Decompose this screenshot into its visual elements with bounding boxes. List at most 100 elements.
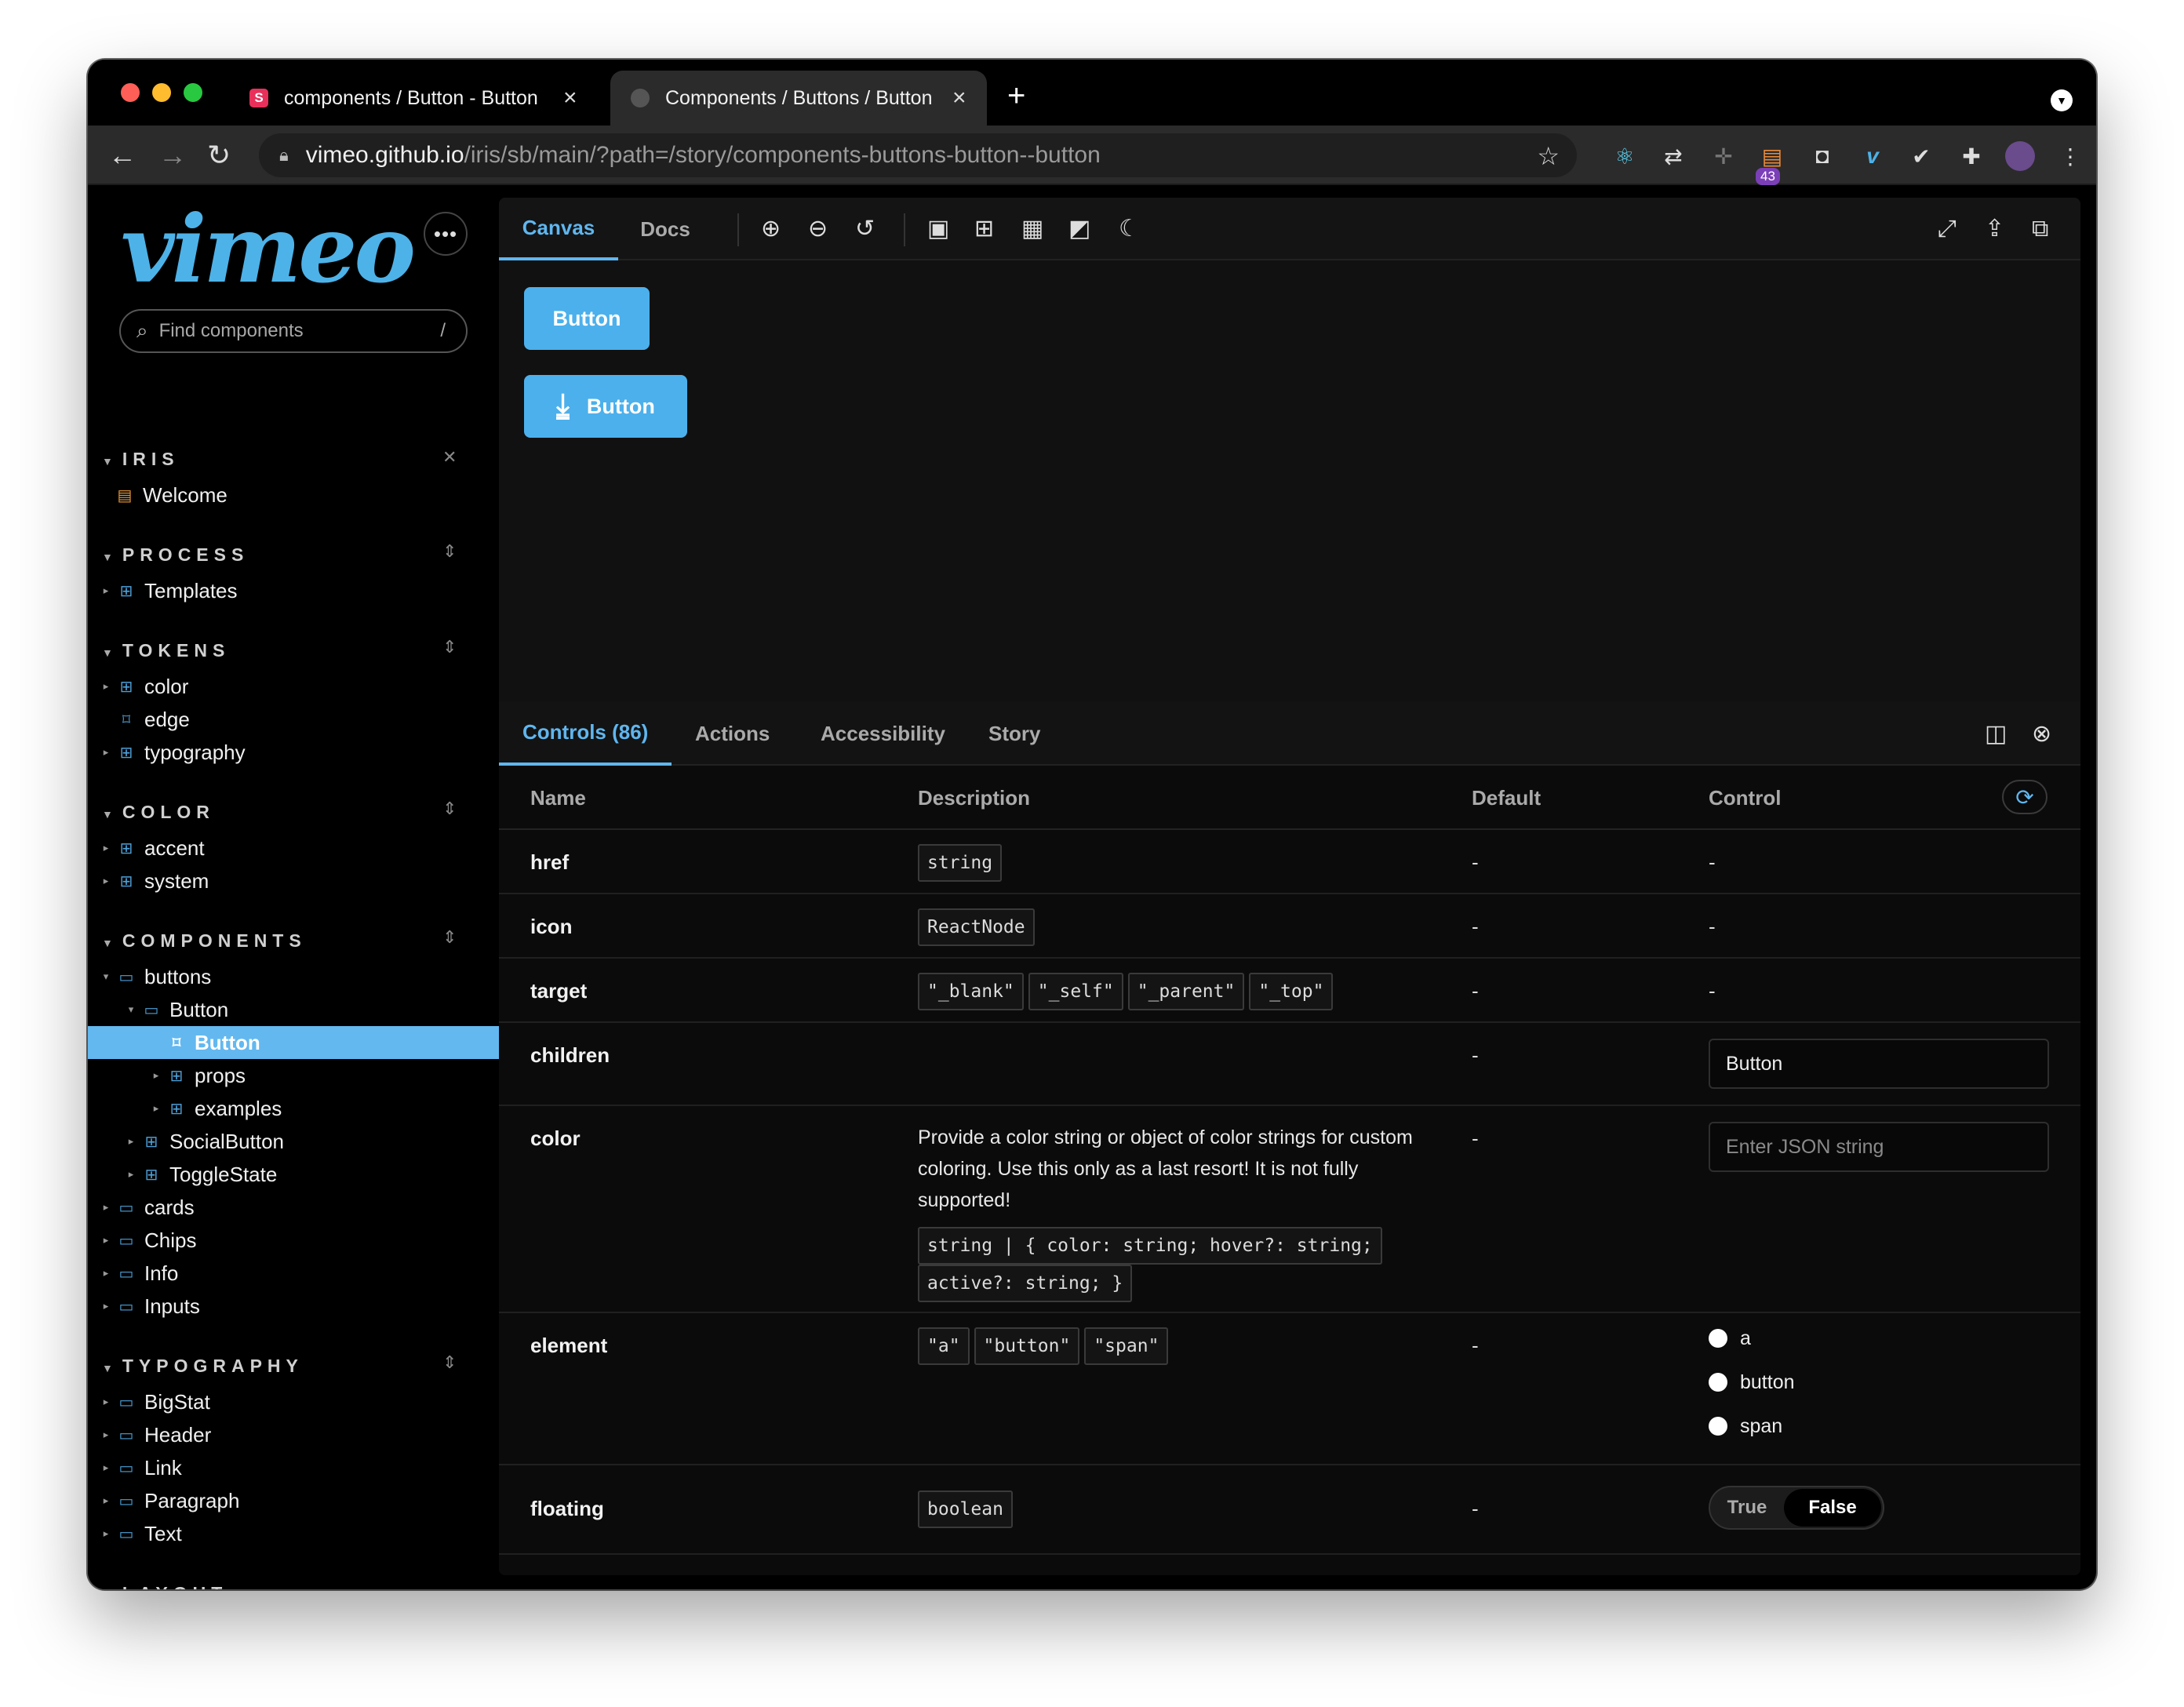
- pocket-icon[interactable]: ◘: [1807, 141, 1837, 171]
- new-tab-button[interactable]: +: [1007, 80, 1025, 111]
- tab-story[interactable]: Story: [965, 701, 1064, 766]
- section-iris[interactable]: ▼ IRIS: [102, 449, 180, 470]
- section-layout[interactable]: ▼LAYOUT: [102, 1583, 228, 1589]
- sidebar-item-info[interactable]: ▸ ▭ Info: [88, 1257, 499, 1290]
- expand-collapse-icon[interactable]: ⇕: [442, 541, 457, 562]
- sidebar-item-togglestate[interactable]: ▸ ⊞ ToggleState: [88, 1158, 499, 1191]
- zoom-reset-icon[interactable]: ↺: [855, 217, 875, 242]
- radio-option-button[interactable]: button: [1709, 1360, 1795, 1404]
- grid-icon[interactable]: ⊞: [974, 217, 994, 242]
- demo-icon-button[interactable]: ⤓ Button: [524, 375, 687, 438]
- section-tokens[interactable]: ▼ TOKENS: [102, 640, 230, 661]
- sidebar-item-examples[interactable]: ▸ ⊞ examples: [88, 1092, 499, 1125]
- sidebar-item-inputs[interactable]: ▸ ▭ Inputs: [88, 1290, 499, 1323]
- sidebar-item-buttons[interactable]: ▾ ▭ buttons: [88, 960, 499, 993]
- copy-link-icon[interactable]: ⧉: [2032, 217, 2048, 242]
- browser-tab-1[interactable]: S components / Button - Button ×: [229, 71, 601, 126]
- folder-icon: ▭: [144, 1001, 159, 1019]
- zoom-window-button[interactable]: [184, 83, 202, 102]
- puzzle-extensions-icon[interactable]: ✚: [1956, 141, 1986, 171]
- toggle-true[interactable]: True: [1710, 1497, 1784, 1519]
- sidebar-item-color[interactable]: ▸ ⊞ color: [88, 670, 499, 703]
- sidebar-item-header[interactable]: ▸ ▭ Header: [88, 1418, 499, 1451]
- sidebar-item-button-story[interactable]: ⌑ Button: [88, 1026, 499, 1059]
- expand-collapse-icon[interactable]: ⇕: [442, 637, 457, 657]
- sidebar-item-bigstat[interactable]: ▸ ▭ BigStat: [88, 1385, 499, 1418]
- section-typography[interactable]: ▼ TYPOGRAPHY: [102, 1356, 304, 1377]
- sidebar-item-cards[interactable]: ▸ ▭ cards: [88, 1191, 499, 1224]
- tab-controls[interactable]: Controls (86): [499, 701, 672, 766]
- collapse-icon[interactable]: ✕: [442, 447, 457, 468]
- sidebar-item-props[interactable]: ▸ ⊞ props: [88, 1059, 499, 1092]
- tab-accessibility[interactable]: Accessibility: [797, 701, 969, 766]
- more-options-button[interactable]: •••: [424, 212, 468, 256]
- section-components[interactable]: ▼ COMPONENTS: [102, 930, 307, 952]
- share-icon[interactable]: ⇪: [1985, 217, 2004, 242]
- sidebar-item-edge[interactable]: ⌑ edge: [88, 703, 499, 736]
- radio-option-a[interactable]: a: [1709, 1316, 1795, 1360]
- tab-docs[interactable]: Docs: [618, 198, 712, 260]
- table-row: floating boolean - True False: [499, 1465, 2080, 1555]
- radio-circle: [1709, 1373, 1727, 1392]
- back-arrow-icon[interactable]: ←: [108, 140, 136, 171]
- section-color[interactable]: ▼ COLOR: [102, 802, 215, 823]
- panel-orientation-icon[interactable]: ◫: [1985, 722, 2007, 747]
- demo-button[interactable]: Button: [524, 287, 650, 350]
- sidebar-item-accent[interactable]: ▸ ⊞ accent: [88, 832, 499, 864]
- zoom-in-icon[interactable]: ⊕: [761, 217, 781, 242]
- viewport-icon[interactable]: ▦: [1021, 217, 1043, 242]
- profile-avatar[interactable]: [2005, 141, 2035, 171]
- stack-extension-icon[interactable]: ▤: [1757, 141, 1787, 171]
- reload-icon[interactable]: ↻: [207, 140, 231, 171]
- zoom-out-icon[interactable]: ⊖: [808, 217, 828, 242]
- minimize-window-button[interactable]: [152, 83, 171, 102]
- boolean-toggle[interactable]: True False: [1709, 1486, 1884, 1530]
- background-image-icon[interactable]: ▣: [927, 217, 949, 242]
- folder-icon: ▭: [118, 1199, 134, 1217]
- kebab-menu-icon[interactable]: ⋮: [2055, 141, 2085, 171]
- reset-controls-icon[interactable]: ⟳: [2002, 780, 2048, 814]
- address-bar[interactable]: 🔒︎ vimeo.github.io/iris/sb/main/?path=/s…: [259, 133, 1577, 177]
- sidebar-item-paragraph[interactable]: ▸ ▭ Paragraph: [88, 1484, 499, 1517]
- expand-collapse-icon[interactable]: ⇕: [442, 927, 457, 948]
- checkmark-extension-icon[interactable]: ✔: [1906, 141, 1936, 171]
- react-devtools-icon[interactable]: ⚛: [1610, 141, 1640, 171]
- forward-arrow-icon[interactable]: →: [158, 140, 187, 171]
- close-panel-icon[interactable]: ⊗: [2032, 722, 2051, 747]
- json-textarea[interactable]: Enter JSON string: [1709, 1122, 2049, 1172]
- vimeo-extension-icon[interactable]: v: [1858, 141, 1887, 171]
- tab-canvas[interactable]: Canvas: [499, 198, 618, 260]
- browser-tab-2[interactable]: Components / Buttons / Button ×: [610, 71, 987, 126]
- sidebar-item-socialbutton[interactable]: ▸ ⊞ SocialButton: [88, 1125, 499, 1158]
- story-canvas: Button ⤓ Button: [499, 262, 2080, 701]
- close-tab-icon[interactable]: ×: [952, 85, 966, 111]
- bookmark-star-icon[interactable]: ☆: [1537, 141, 1560, 171]
- sync-extension-icon[interactable]: ⇄: [1658, 141, 1688, 171]
- sidebar-item-chips[interactable]: ▸ ▭ Chips: [88, 1224, 499, 1257]
- preview-panel: Canvas Docs ⊕ ⊖ ↺ ▣ ⊞ ▦ ◩ ☾ ⤢ ⇪ ⧉ Button…: [499, 198, 2080, 1575]
- toggle-false[interactable]: False: [1784, 1489, 1881, 1527]
- sidebar-item-typography[interactable]: ▸ ⊞ typography: [88, 736, 499, 769]
- dark-mode-moon-icon[interactable]: ☾: [1119, 217, 1140, 242]
- sidebar-item-system[interactable]: ▸ ⊞ system: [88, 864, 499, 897]
- sidebar-item-welcome[interactable]: ▤ Welcome: [88, 479, 499, 511]
- find-components-search[interactable]: ⌕ Find components /: [119, 309, 468, 353]
- tab-search-icon[interactable]: ▼: [2051, 89, 2073, 111]
- section-process[interactable]: ▼ PROCESS: [102, 544, 249, 566]
- prop-default: -: [1472, 1043, 1479, 1067]
- ruler-extension-icon[interactable]: ✛: [1709, 141, 1738, 171]
- expand-collapse-icon[interactable]: ⇕: [442, 799, 457, 819]
- expand-collapse-icon[interactable]: ⇕: [442, 1352, 457, 1373]
- close-window-button[interactable]: [121, 83, 140, 102]
- sidebar-item-link[interactable]: ▸ ▭ Link: [88, 1451, 499, 1484]
- sidebar-item-text[interactable]: ▸ ▭ Text: [88, 1517, 499, 1550]
- close-tab-icon[interactable]: ×: [563, 85, 577, 111]
- prop-description: "_blank" "_self" "_parent" "_top": [918, 973, 1467, 1010]
- fullscreen-icon[interactable]: ⤢: [1938, 217, 1956, 242]
- contrast-icon[interactable]: ◩: [1068, 217, 1090, 242]
- children-textarea[interactable]: Button: [1709, 1039, 2049, 1089]
- sidebar-item-templates[interactable]: ▸ ⊞ Templates: [88, 574, 499, 607]
- radio-option-span[interactable]: span: [1709, 1404, 1795, 1448]
- tab-actions[interactable]: Actions: [672, 701, 793, 766]
- sidebar-item-button-group[interactable]: ▾ ▭ Button: [88, 993, 499, 1026]
